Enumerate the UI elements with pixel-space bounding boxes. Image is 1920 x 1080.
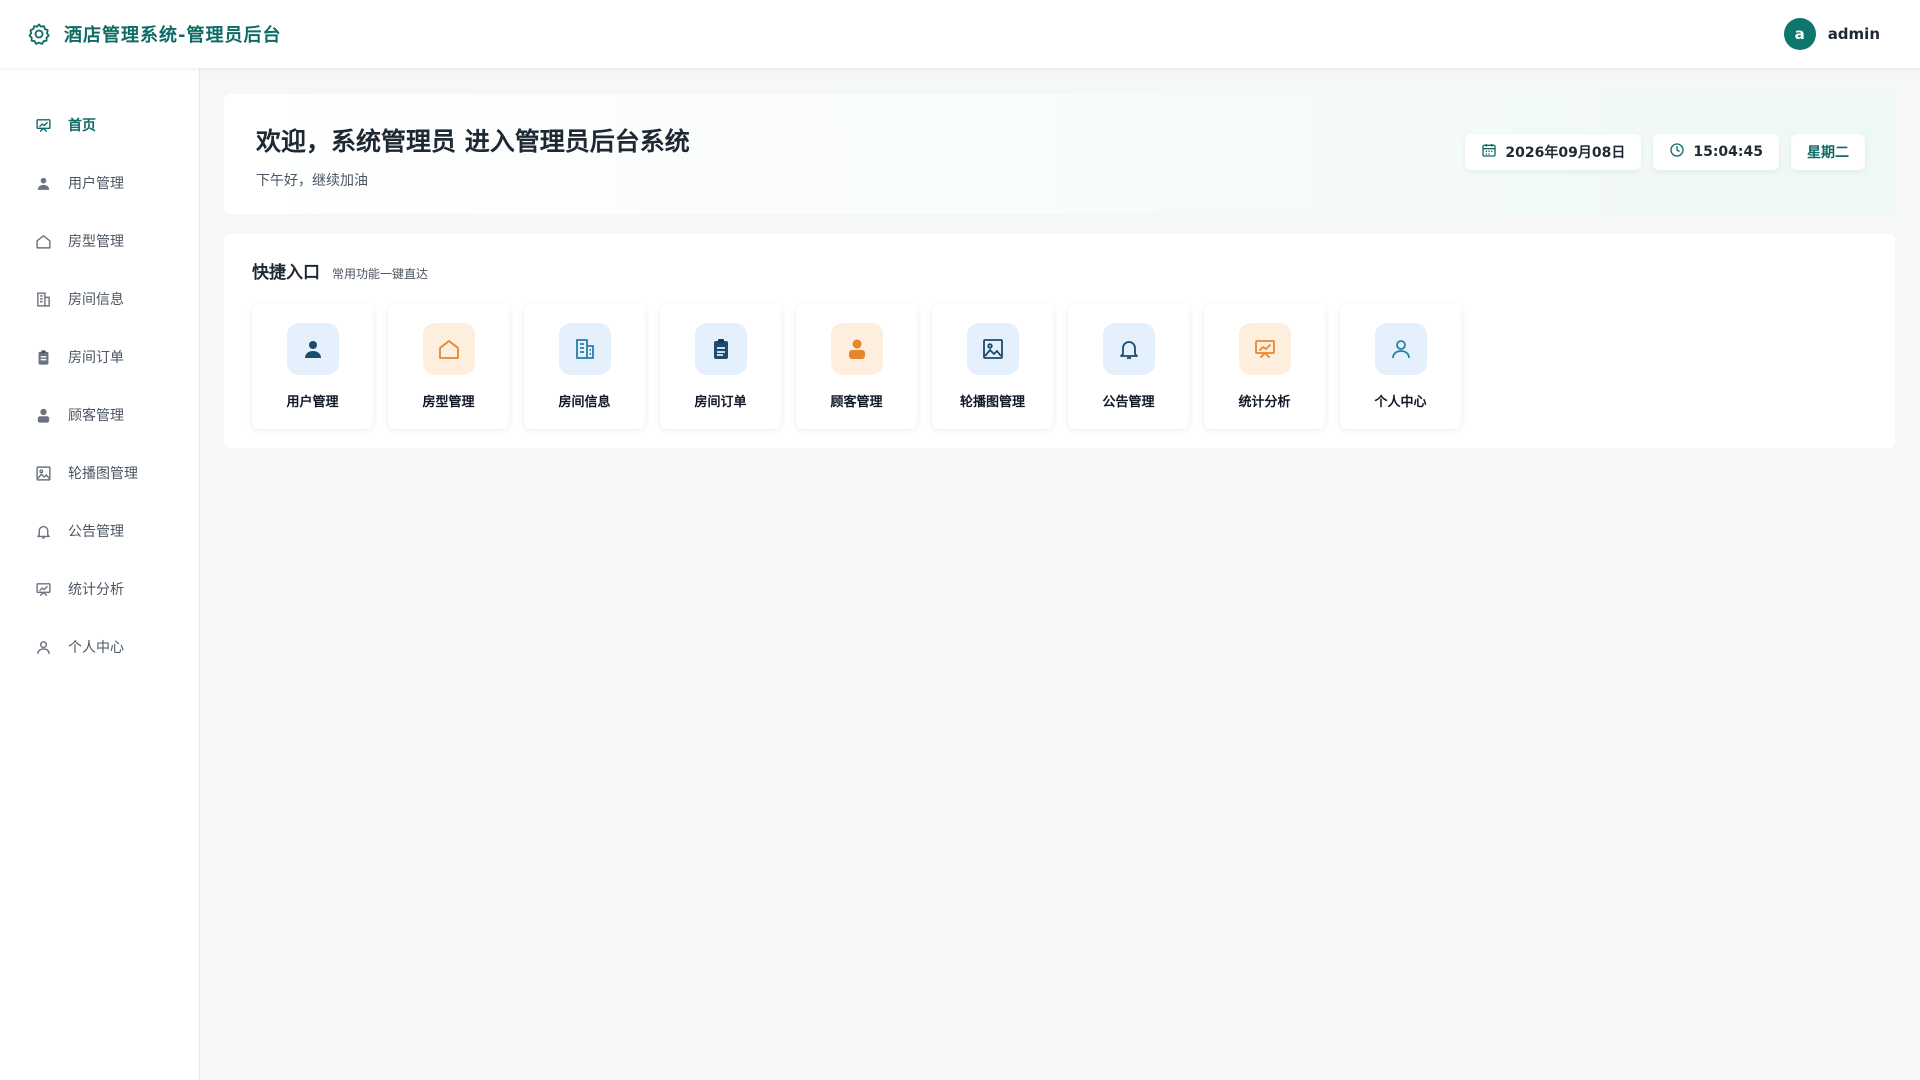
house-icon [34,232,52,250]
person-icon [34,406,52,424]
top-header: 酒店管理系统-管理员后台 a admin [0,0,1920,68]
quick-access-cards: 用户管理 房型管理 房间信息 房间订单 顾客管理 轮播图管理 公告管理 统计分析… [252,303,1867,429]
chart-board-icon [34,116,52,134]
weekday-text: 星期二 [1807,145,1849,161]
quick-card-room-info[interactable]: 房间信息 [524,303,645,429]
sidebar-item-label: 公告管理 [68,524,124,540]
user-icon [286,323,339,375]
time-chip: 15:04:45 [1653,134,1779,170]
quick-card-label: 用户管理 [286,395,339,410]
chart-board-icon [1238,323,1291,375]
person-icon [830,323,883,375]
sidebar-item-announcements[interactable]: 公告管理 [0,502,199,560]
quick-access-panel: 快捷入口 常用功能一键直达 用户管理 房型管理 房间信息 房间订单 顾客管理 轮… [224,234,1895,448]
quick-card-label: 房间订单 [694,395,747,410]
weekday-chip: 星期二 [1791,134,1865,170]
avatar[interactable]: a [1783,18,1816,50]
quick-card-statistics[interactable]: 统计分析 [1204,303,1325,429]
sidebar-item-profile[interactable]: 个人中心 [0,618,199,676]
quick-access-title: 快捷入口 [252,263,320,283]
welcome-banner: 欢迎，系统管理员 进入管理员后台系统 下午好，继续加油 2026年09月08日 … [224,94,1895,214]
clipboard-icon [694,323,747,375]
user-menu[interactable]: a admin [1783,18,1880,50]
sidebar-item-label: 个人中心 [68,640,124,656]
quick-card-label: 统计分析 [1238,395,1291,410]
quick-card-customers[interactable]: 顾客管理 [796,303,917,429]
sidebar-item-label: 房间订单 [68,350,124,366]
quick-card-users[interactable]: 用户管理 [252,303,373,429]
quick-card-label: 顾客管理 [830,395,883,410]
sidebar-item-label: 房型管理 [68,234,124,250]
quick-card-carousel[interactable]: 轮播图管理 [932,303,1053,429]
sidebar-item-customers[interactable]: 顾客管理 [0,386,199,444]
quick-card-label: 公告管理 [1102,395,1155,410]
time-text: 15:04:45 [1693,144,1763,160]
image-icon [966,323,1019,375]
brand: 酒店管理系统-管理员后台 [26,21,281,47]
sidebar: 首页 用户管理 房型管理 房间信息 房间订单 顾客管理 轮播图管理 公告管理 统… [0,68,200,1080]
bell-icon [1102,323,1155,375]
quick-card-room-types[interactable]: 房型管理 [388,303,509,429]
house-icon [422,323,475,375]
image-icon [34,464,52,482]
clock-icon [1669,142,1685,162]
building-icon [558,323,611,375]
user-icon [34,174,52,192]
sidebar-item-label: 房间信息 [68,292,124,308]
quick-card-room-orders[interactable]: 房间订单 [660,303,781,429]
sidebar-item-room-info[interactable]: 房间信息 [0,270,199,328]
sidebar-item-carousel[interactable]: 轮播图管理 [0,444,199,502]
bell-icon [34,522,52,540]
quick-card-label: 房型管理 [422,395,475,410]
welcome-subtitle: 下午好，继续加油 [256,173,368,189]
building-icon [34,290,52,308]
datetime-chips: 2026年09月08日 15:04:45 星期二 [1465,134,1865,170]
quick-card-label: 个人中心 [1374,395,1427,410]
date-text: 2026年09月08日 [1505,145,1626,161]
quick-card-announcements[interactable]: 公告管理 [1068,303,1189,429]
gear-icon [26,21,52,47]
calendar-icon [1481,142,1497,162]
sidebar-item-home[interactable]: 首页 [0,96,199,154]
sidebar-item-users[interactable]: 用户管理 [0,154,199,212]
chart-board-icon [34,580,52,598]
clipboard-icon [34,348,52,366]
sidebar-item-label: 轮播图管理 [68,466,138,482]
user-outline-icon [1374,323,1427,375]
app-title: 酒店管理系统-管理员后台 [64,25,282,46]
sidebar-item-room-orders[interactable]: 房间订单 [0,328,199,386]
date-chip: 2026年09月08日 [1465,134,1642,170]
username[interactable]: admin [1828,25,1880,43]
sidebar-item-label: 顾客管理 [68,408,124,424]
quick-card-label: 房间信息 [558,395,611,410]
sidebar-item-statistics[interactable]: 统计分析 [0,560,199,618]
quick-access-subtitle: 常用功能一键直达 [332,267,429,281]
sidebar-item-label: 首页 [68,118,96,134]
sidebar-item-label: 统计分析 [68,582,124,598]
sidebar-item-room-types[interactable]: 房型管理 [0,212,199,270]
sidebar-item-label: 用户管理 [68,176,124,192]
quick-card-label: 轮播图管理 [959,395,1025,410]
user-outline-icon [34,638,52,656]
quick-card-profile[interactable]: 个人中心 [1340,303,1461,429]
